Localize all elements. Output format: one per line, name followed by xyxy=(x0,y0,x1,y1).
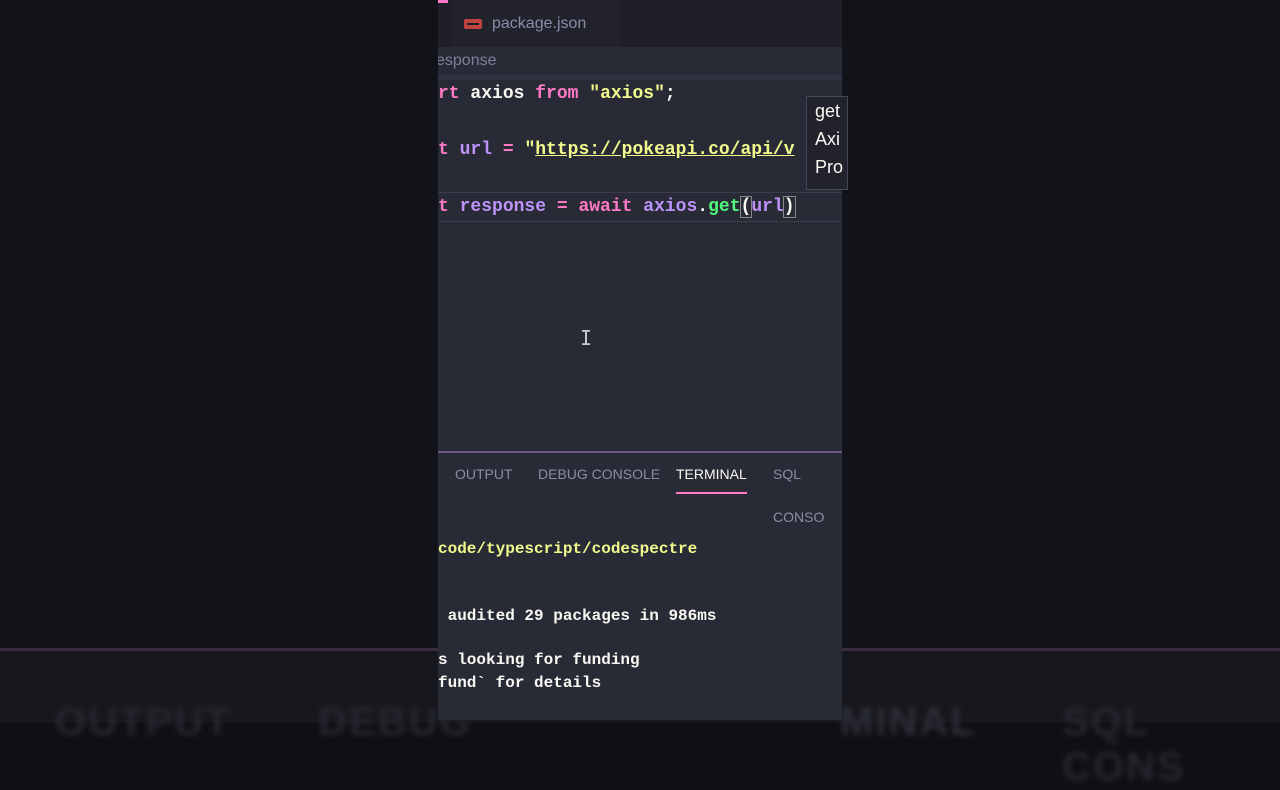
blurred-word-sql: SQL CONS xyxy=(1062,700,1186,789)
tab-output[interactable]: OUTPUT xyxy=(455,453,513,496)
variable-url: url xyxy=(459,140,493,160)
close-paren: ) xyxy=(782,196,796,218)
operator: = xyxy=(546,197,579,217)
text-cursor-icon: I xyxy=(580,326,593,350)
identifier: axios xyxy=(459,84,536,104)
terminal-line-funding: s looking for funding xyxy=(438,651,640,669)
breadcrumb[interactable]: esponse xyxy=(438,47,842,75)
code-line-import: rt axios from "axios"; xyxy=(438,80,676,108)
editor-tab-bar: package.json xyxy=(438,0,842,47)
tab-terminal[interactable]: TERMINAL xyxy=(676,453,747,494)
argument-url: url xyxy=(751,197,784,217)
operator: = xyxy=(492,140,525,160)
semicolon: ; xyxy=(664,84,676,104)
hover-line: Axi xyxy=(815,129,841,149)
terminal-line-details: fund` for details xyxy=(438,674,602,692)
variable-response: response xyxy=(459,197,547,217)
breadcrumb-item[interactable]: esponse xyxy=(438,52,497,69)
hover-tooltip: get Axi Pro xyxy=(806,96,848,190)
keyword-from: from xyxy=(535,84,579,104)
tab-sql-console[interactable]: SQL CONSO xyxy=(773,453,842,525)
url-link[interactable]: https://pokeapi.co/api/v xyxy=(535,140,794,160)
blurred-word-output: OUTPUT xyxy=(55,700,232,744)
npm-icon xyxy=(464,18,482,29)
code-line-url: t url = "https://pokeapi.co/api/v xyxy=(438,136,795,164)
keyword: t xyxy=(438,140,449,160)
tab-label: package.json xyxy=(492,14,587,32)
function-get: get xyxy=(708,197,741,217)
tab-debug-console[interactable]: DEBUG CONSOLE xyxy=(538,453,660,496)
keyword-await: await xyxy=(578,197,633,217)
quote: " xyxy=(524,140,536,160)
blurred-word-terminal: MINAL xyxy=(840,700,977,744)
dot: . xyxy=(697,197,709,217)
active-tab-indicator xyxy=(438,0,448,3)
keyword: rt xyxy=(438,84,460,104)
tab-package-json[interactable]: package.json xyxy=(450,0,622,47)
keyword: t xyxy=(438,197,449,217)
terminal-panel[interactable]: OUTPUT DEBUG CONSOLE TERMINAL SQL CONSO … xyxy=(438,453,842,720)
string-literal: "axios" xyxy=(589,84,665,104)
open-paren: ( xyxy=(739,196,753,218)
code-line-response: t response = await axios.get(url) xyxy=(438,192,842,222)
hover-line: get xyxy=(815,101,841,121)
editor-window: package.json esponse rt axios from "axio… xyxy=(438,0,842,720)
terminal-line-path: code/typescript/codespectre xyxy=(438,540,698,558)
hover-line: Pro xyxy=(815,157,844,177)
object-axios: axios xyxy=(643,197,698,217)
code-editor[interactable]: rt axios from "axios"; t url = "https://… xyxy=(438,80,842,450)
terminal-line-audit: audited 29 packages in 986ms xyxy=(438,607,717,625)
